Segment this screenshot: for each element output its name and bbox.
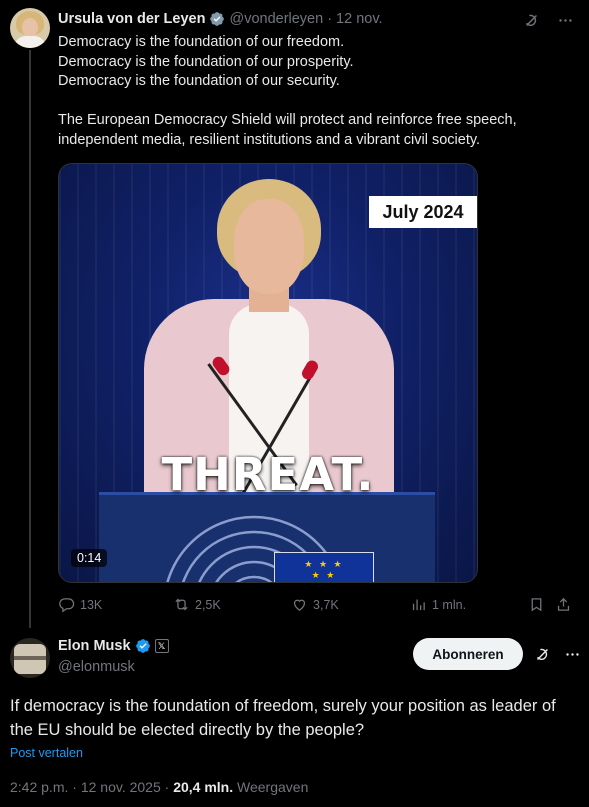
- text-line: Democracy is the foundation of our prosp…: [58, 53, 354, 70]
- eu-flag: ★ ★ ★ ★ ★: [274, 552, 374, 582]
- parent-tweet-actions: 13K 2,5K 3,7K 1 mln.: [58, 596, 578, 616]
- author-handle[interactable]: @elonmusk: [58, 659, 135, 675]
- bookmark-icon: [531, 598, 542, 612]
- parent-tweet-actions-top: [521, 10, 575, 30]
- parent-tweet-text: Democracy is the foundation of our freed…: [58, 33, 578, 150]
- post-date[interactable]: 12 nov.: [336, 11, 383, 27]
- views-button[interactable]: 1 mln.: [410, 596, 466, 613]
- repost-button[interactable]: 2,5K: [173, 596, 221, 613]
- author-name[interactable]: Ursula von der Leyen: [58, 11, 205, 27]
- video-caption: THREAT.: [161, 448, 375, 501]
- separator: ·: [164, 779, 170, 795]
- verified-badge-icon: [210, 12, 225, 26]
- bookmark-button[interactable]: [528, 596, 545, 613]
- share-button[interactable]: [555, 596, 572, 613]
- more-icon[interactable]: [562, 644, 582, 664]
- verified-badge-icon: [135, 639, 150, 653]
- like-button[interactable]: 3,7K: [291, 596, 339, 613]
- like-count: 3,7K: [313, 597, 339, 612]
- affiliate-x-badge[interactable]: 𝕏: [154, 639, 169, 653]
- main-tweet-text: If democracy is the foundation of freedo…: [10, 697, 556, 739]
- views-icon: [412, 599, 425, 611]
- video-duration: 0:14: [71, 549, 108, 567]
- views-count: 20,4 mln.: [173, 779, 234, 795]
- text-line: Democracy is the foundation of our secur…: [58, 73, 340, 89]
- separator: ·: [72, 779, 77, 795]
- view-count: 1 mln.: [432, 597, 467, 612]
- author-name[interactable]: Elon Musk: [58, 638, 131, 654]
- reply-button[interactable]: 13K: [58, 596, 102, 613]
- translate-post-link[interactable]: Post vertalen: [10, 746, 83, 760]
- text-line: Democracy is the foundation of our freed…: [58, 34, 345, 50]
- like-icon: [293, 599, 306, 611]
- more-icon[interactable]: [555, 10, 575, 30]
- views-label: Weergaven: [237, 779, 309, 795]
- post-date[interactable]: 12 nov. 2025: [81, 779, 161, 795]
- parent-tweet-header: Ursula von der Leyen @vonderleyen · 12 n…: [58, 10, 383, 28]
- reply-icon: [59, 598, 75, 613]
- avatar-ursula[interactable]: [10, 8, 50, 48]
- video-date-badge: July 2024: [369, 196, 477, 228]
- thread-connector-line: [29, 50, 31, 628]
- repost-count: 2,5K: [195, 597, 221, 612]
- avatar-elon[interactable]: [10, 638, 50, 678]
- video-player[interactable]: ★ ★ ★ ★ ★ July 2024 THREAT. 0:14: [58, 163, 478, 583]
- main-tweet-header: Elon Musk 𝕏: [58, 638, 169, 654]
- author-handle[interactable]: @vonderleyen: [229, 11, 323, 27]
- grok-icon[interactable]: [532, 644, 552, 664]
- post-metadata: 2:42 p.m. · 12 nov. 2025 · 20,4 mln. Wee…: [10, 779, 308, 795]
- text-line: The European Democracy Shield will prote…: [58, 112, 517, 128]
- text-line: independent media, resilient institution…: [58, 131, 481, 148]
- grok-icon[interactable]: [521, 10, 541, 30]
- repost-icon: [175, 598, 188, 611]
- reply-count: 13K: [80, 597, 103, 612]
- main-tweet-actions-top: [532, 644, 582, 664]
- share-icon: [557, 597, 570, 611]
- post-time[interactable]: 2:42 p.m.: [10, 779, 68, 795]
- subscribe-button[interactable]: Abonneren: [413, 638, 523, 670]
- separator: ·: [327, 11, 333, 27]
